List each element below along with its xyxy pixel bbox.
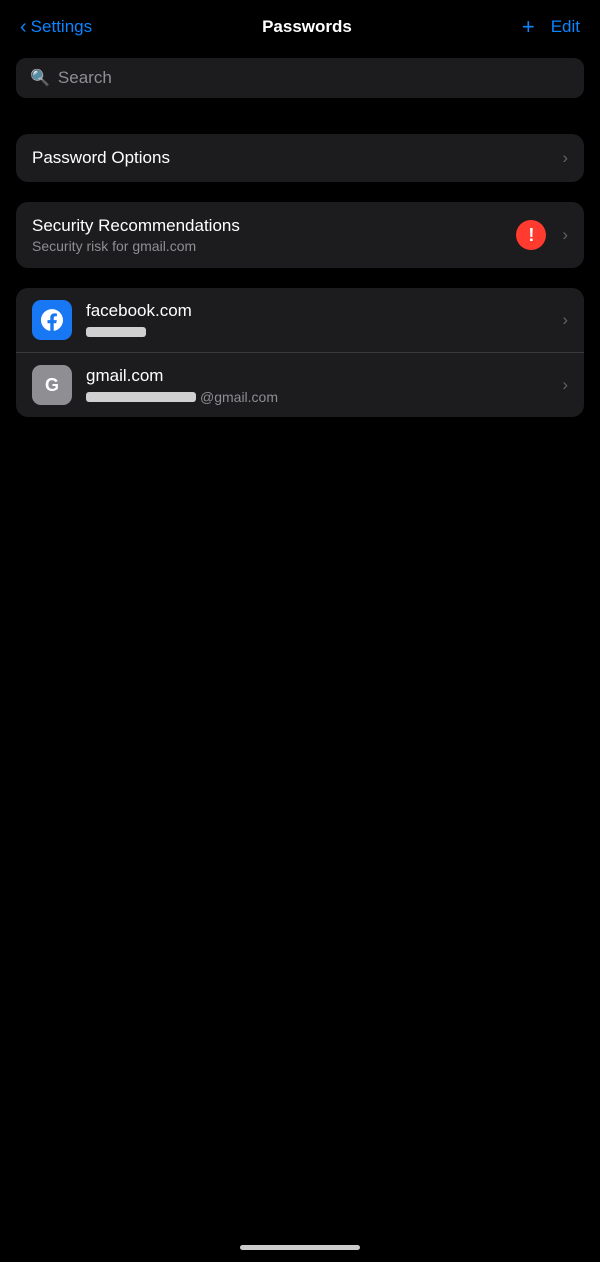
passwords-list: facebook.com › G gmail.com @gmail.com › xyxy=(16,288,584,417)
facebook-app-icon xyxy=(32,300,72,340)
nav-actions: + Edit xyxy=(522,16,580,38)
password-options-section: Password Options › xyxy=(16,134,584,182)
navigation-bar: ‹ Settings Passwords + Edit xyxy=(0,0,600,50)
spacer-1 xyxy=(0,114,600,134)
password-options-item[interactable]: Password Options › xyxy=(16,134,584,182)
facebook-item-content: facebook.com xyxy=(86,301,554,340)
gmail-item-content: gmail.com @gmail.com xyxy=(86,366,554,405)
search-icon: 🔍 xyxy=(30,68,50,88)
gmail-chevron: › xyxy=(562,375,568,395)
security-title: Security Recommendations xyxy=(32,216,516,236)
add-password-button[interactable]: + xyxy=(522,16,535,38)
password-options-content: Password Options xyxy=(32,148,554,168)
page-title: Passwords xyxy=(262,17,352,37)
password-options-title: Password Options xyxy=(32,148,170,167)
facebook-username-redacted xyxy=(86,327,146,337)
back-label: Settings xyxy=(31,17,92,37)
gmail-username: @gmail.com xyxy=(86,389,554,405)
security-warning-icon: ! xyxy=(528,226,534,244)
gmail-suffix: @gmail.com xyxy=(200,389,278,405)
facebook-site-label: facebook.com xyxy=(86,301,554,321)
back-button[interactable]: ‹ Settings xyxy=(20,17,92,37)
back-chevron-icon: ‹ xyxy=(20,17,27,37)
security-recommendations-section: Security Recommendations Security risk f… xyxy=(16,202,584,268)
gmail-app-icon: G xyxy=(32,365,72,405)
security-subtitle: Security risk for gmail.com xyxy=(32,238,516,254)
security-recommendations-item[interactable]: Security Recommendations Security risk f… xyxy=(16,202,584,268)
security-badge: ! xyxy=(516,220,546,250)
facebook-password-item[interactable]: facebook.com › xyxy=(16,288,584,352)
facebook-chevron: › xyxy=(562,310,568,330)
security-chevron: › xyxy=(562,225,568,245)
search-container: 🔍 Search xyxy=(0,50,600,114)
search-input[interactable]: Search xyxy=(58,68,112,88)
gmail-username-redacted xyxy=(86,392,196,402)
password-options-chevron: › xyxy=(562,148,568,168)
gmail-password-item[interactable]: G gmail.com @gmail.com › xyxy=(16,352,584,417)
home-indicator xyxy=(240,1245,360,1250)
search-bar[interactable]: 🔍 Search xyxy=(16,58,584,98)
security-content: Security Recommendations Security risk f… xyxy=(32,216,516,254)
gmail-site-label: gmail.com xyxy=(86,366,554,386)
facebook-username xyxy=(86,324,554,340)
edit-button[interactable]: Edit xyxy=(551,17,580,37)
